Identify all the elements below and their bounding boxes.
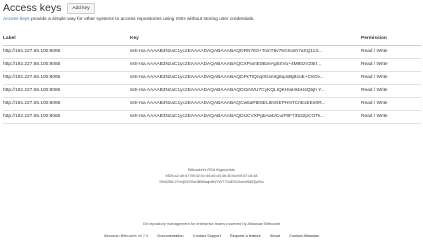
rsa-fingerprints: Bitbucket's RSA fingerprints MD5:a2:4b:d… <box>0 167 423 185</box>
key-text: ssh-rsa AAAAB3NzaC1yc2EAAAADAQABAAABAQDF… <box>130 75 324 80</box>
row-permission[interactable]: Read / Write <box>361 97 421 111</box>
key-text: ssh-rsa AAAAB3NzaC1yc2EAAAADAQABAAABAQDU… <box>130 114 325 119</box>
key-text: ssh-rsa AAAAB3NzaC1yc2EAAAADAQABAAABAQCw… <box>130 101 326 106</box>
row-label: http://192.227.65.100:8085 <box>3 71 130 85</box>
row-permission[interactable]: Read / Write <box>361 58 421 72</box>
page-title: Access keys <box>3 2 62 14</box>
table-row: http://192.227.65.100:8085 ssh-rsa AAAAB… <box>3 58 421 72</box>
footer-tagline: Git repository management for enterprise… <box>142 221 281 226</box>
row-key: ssh-rsa AAAAB3NzaC1yc2EAAAADAQABAAABAQCw… <box>130 97 361 111</box>
row-key: ssh-rsa AAAAB3NzaC1yc2EAAAADAQABAAABAQDG… <box>130 84 361 98</box>
column-header-key: Key <box>130 33 361 46</box>
column-header-permission: Permission <box>361 33 421 46</box>
row-key: ssh-rsa AAAAB3NzaC1yc2EAAAADAQABAAABAQDU… <box>130 110 361 124</box>
access-keys-table: Label Key Permission http://192.227.65.1… <box>3 33 421 124</box>
table-row: http://192.227.65.100:8085 ssh-rsa AAAAB… <box>3 45 421 59</box>
table-row: http://192.227.65.100:8085 ssh-rsa AAAAB… <box>3 97 421 111</box>
footer-version: Atlassian Bitbucket v5.7.0 <box>103 233 149 238</box>
intro-description: provide a simple way for other systems t… <box>29 17 255 22</box>
row-label: http://192.227.65.100:8085 <box>3 45 130 59</box>
table-row: http://192.227.65.100:8085 ssh-rsa AAAAB… <box>3 84 421 98</box>
row-key: ssh-rsa AAAAB3NzaC1yc2EAAAADAQABAAABAQDF… <box>130 71 361 85</box>
footer-link-documentation[interactable]: Documentation <box>157 233 183 238</box>
footer: Git repository management for enterprise… <box>0 221 423 238</box>
row-label: http://192.227.65.100:8085 <box>3 110 130 124</box>
footer-links: Atlassian Bitbucket v5.7.0 Documentation… <box>0 233 423 238</box>
key-text: ssh-rsa AAAAB3NzaC1yc2EAAAADAQABAAABAQDR… <box>130 49 323 54</box>
add-key-button[interactable]: Add key <box>67 2 95 14</box>
row-key: ssh-rsa AAAAB3NzaC1yc2EAAAADAQABAAABAQCX… <box>130 58 361 72</box>
footer-link-contact-support[interactable]: Contact Support <box>193 233 221 238</box>
row-permission[interactable]: Read / Write <box>361 71 421 85</box>
table-row: http://192.227.65.100:8085 ssh-rsa AAAAB… <box>3 110 421 124</box>
row-label: http://192.227.65.100:8085 <box>3 84 130 98</box>
footer-link-contact-atlassian[interactable]: Contact Atlassian <box>289 233 319 238</box>
table-row: http://192.227.65.100:8085 ssh-rsa AAAAB… <box>3 71 421 85</box>
table-header-row: Label Key Permission <box>3 33 421 46</box>
row-permission[interactable]: Read / Write <box>361 84 421 98</box>
footer-link-about[interactable]: About <box>270 233 280 238</box>
row-key: ssh-rsa AAAAB3NzaC1yc2EAAAADAQABAAABAQDR… <box>130 45 361 59</box>
row-label: http://192.227.65.100:8085 <box>3 58 130 72</box>
column-header-label: Label <box>3 33 130 46</box>
key-text: ssh-rsa AAAAB3NzaC1yc2EAAAADAQABAAABAQDG… <box>130 88 325 93</box>
access-keys-help-link[interactable]: Access keys <box>3 17 30 22</box>
footer-link-request-feature[interactable]: Request a feature <box>230 233 261 238</box>
fingerprint-sha256: SHA256:27mlj3XSSsHB8Mwjv8NYWT70oE5GAmW66… <box>159 180 264 184</box>
intro-text: Access keys provide a simple way for oth… <box>3 17 254 22</box>
page-header: Access keys Add key <box>3 2 95 14</box>
row-permission[interactable]: Read / Write <box>361 110 421 124</box>
row-label: http://192.227.65.100:8085 <box>3 97 130 111</box>
row-permission[interactable]: Read / Write <box>361 45 421 59</box>
key-text: ssh-rsa AAAAB3NzaC1yc2EAAAADAQABAAABAQCX… <box>130 62 322 67</box>
